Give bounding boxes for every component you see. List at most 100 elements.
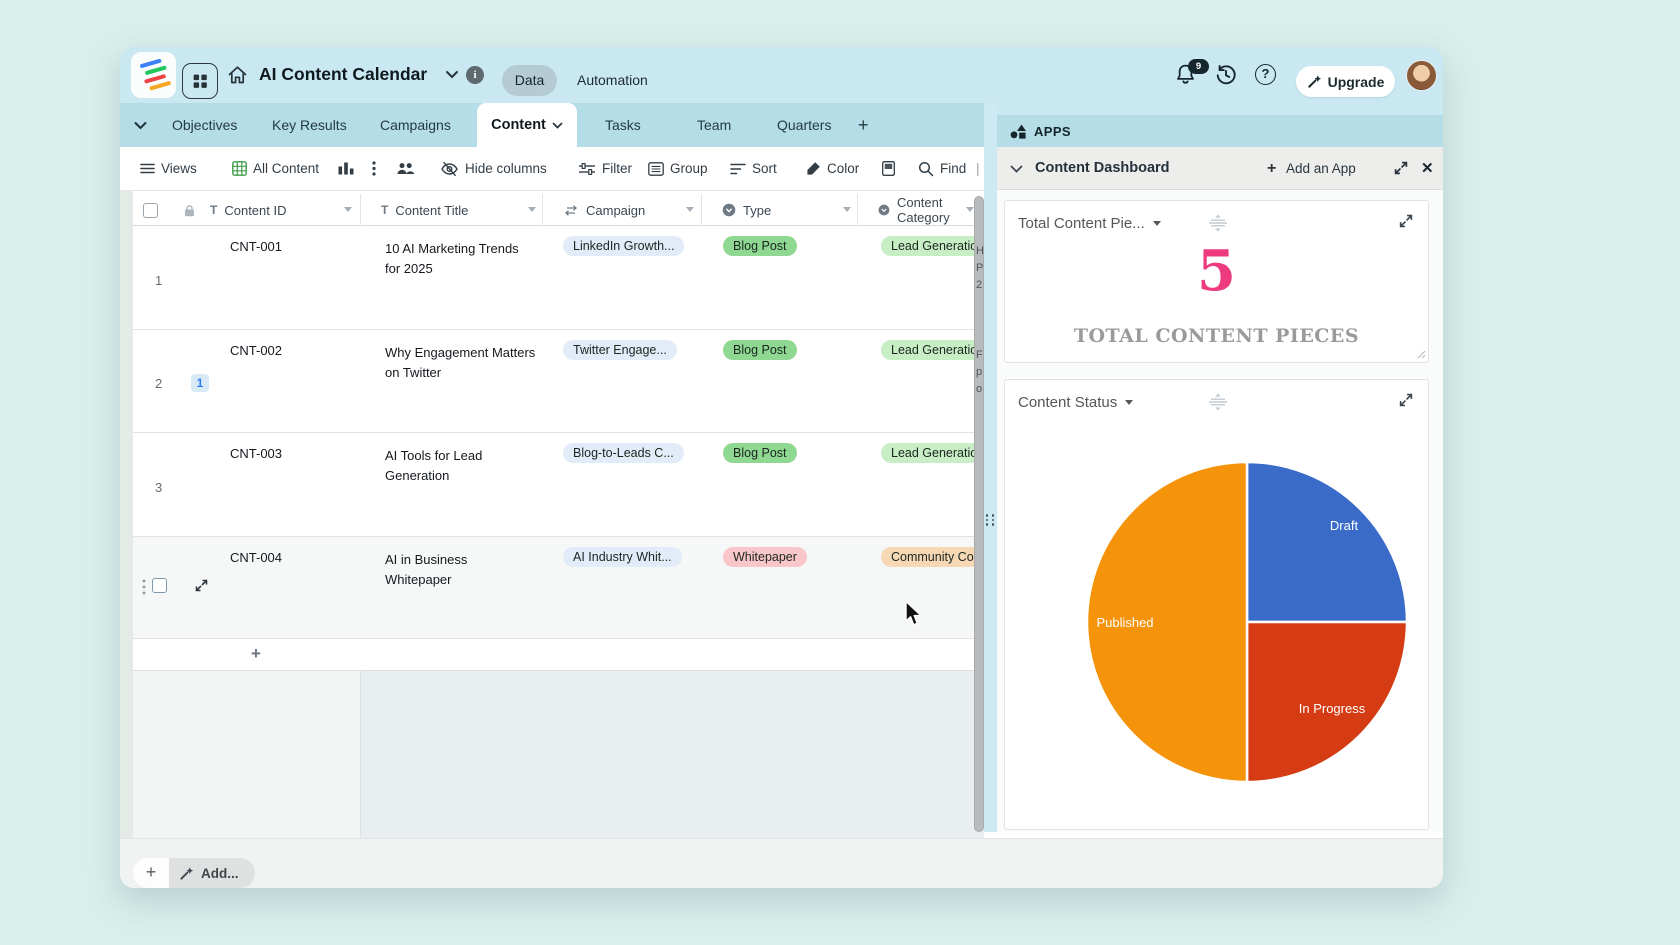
expand-widget-icon[interactable] (1399, 214, 1413, 228)
tab-objectives[interactable]: Objectives (172, 103, 237, 147)
widget-title-dropdown[interactable]: Total Content Pie... (1018, 215, 1161, 232)
tab-campaigns[interactable]: Campaigns (380, 103, 451, 147)
cell-content-id[interactable]: CNT-003 (230, 446, 282, 461)
add-record-plus-button[interactable]: + (133, 858, 169, 888)
base-title: AI Content Calendar (259, 64, 427, 85)
tab-key-results[interactable]: Key Results (272, 103, 347, 147)
tab-quarters[interactable]: Quarters (777, 103, 831, 147)
bottom-bar: + Add... (120, 838, 1443, 888)
upgrade-button[interactable]: Upgrade (1296, 66, 1395, 97)
table-row[interactable]: 1 CNT-001 10 AI Marketing Trends for 202… (133, 226, 984, 330)
campaign-pill[interactable]: Twitter Engage... (563, 340, 677, 360)
add-row-button[interactable]: + (133, 639, 984, 671)
filter-button[interactable]: Filter (578, 147, 632, 190)
column-header-campaign[interactable]: Campaign (563, 194, 645, 226)
panel-resize-handle[interactable] (984, 505, 997, 535)
widget-drag-handle-icon[interactable] (1207, 393, 1229, 411)
color-button[interactable]: Color (806, 147, 859, 190)
app-switcher-button[interactable] (182, 63, 218, 99)
close-panel-icon[interactable]: ✕ (1421, 159, 1434, 177)
cell-content-id[interactable]: CNT-002 (230, 343, 282, 358)
campaign-pill[interactable]: Blog-to-Leads C... (563, 443, 684, 463)
select-field-icon (722, 203, 736, 217)
type-pill[interactable]: Blog Post (723, 340, 797, 360)
stackby-logo[interactable] (131, 52, 176, 98)
column-divider (360, 671, 361, 838)
expand-widget-icon[interactable] (1399, 393, 1413, 407)
table-row-hovered[interactable]: CNT-004 AI in Business Whitepaper AI Ind… (133, 537, 984, 639)
history-icon[interactable] (1215, 64, 1237, 86)
campaign-pill[interactable]: LinkedIn Growth... (563, 236, 684, 256)
kebab-menu-icon[interactable] (372, 161, 376, 176)
hide-columns-button[interactable]: Hide columns (440, 147, 547, 190)
cell-content-id[interactable]: CNT-004 (230, 550, 282, 565)
table-row[interactable]: 3 CNT-003 AI Tools for Lead Generation B… (133, 433, 984, 537)
sort-label: Sort (752, 161, 777, 176)
campaign-pill[interactable]: AI Industry Whit... (563, 547, 682, 567)
find-button[interactable]: Find (918, 147, 966, 190)
type-pill[interactable]: Blog Post (723, 443, 797, 463)
comment-count-badge[interactable]: 1 (191, 374, 209, 392)
row-height-icon[interactable] (882, 161, 895, 176)
content-status-pie-chart[interactable]: Published Draft In Progress (1085, 460, 1409, 784)
column-caret-icon[interactable] (528, 207, 536, 212)
column-caret-icon[interactable] (344, 207, 352, 212)
current-view-button[interactable]: All Content (232, 147, 319, 190)
cell-content-title[interactable]: AI in Business Whitepaper (385, 550, 537, 590)
row-checkbox[interactable] (152, 578, 167, 593)
table-left-gutter (120, 190, 133, 838)
cell-content-title[interactable]: 10 AI Marketing Trends for 2025 (385, 239, 537, 279)
collaborators-icon[interactable] (396, 162, 415, 175)
tab-automation[interactable]: Automation (577, 72, 648, 88)
cell-content-title[interactable]: AI Tools for Lead Generation (385, 446, 537, 486)
column-caret-icon[interactable] (843, 207, 851, 212)
column-caret-icon[interactable] (966, 207, 974, 212)
grid-empty-area (361, 671, 984, 838)
tab-content-active[interactable]: Content (477, 103, 577, 147)
collapse-tabs-chevron-icon[interactable] (133, 121, 148, 130)
expand-panel-icon[interactable] (1394, 161, 1408, 175)
expand-record-icon[interactable] (195, 579, 208, 592)
type-pill[interactable]: Blog Post (723, 236, 797, 256)
views-button[interactable]: Views (140, 147, 197, 190)
header-select-all[interactable] (143, 194, 158, 226)
clipped-cell-text: H (976, 245, 990, 257)
column-header-type[interactable]: Type (722, 194, 771, 226)
leaderboard-icon[interactable] (338, 162, 354, 175)
cell-content-title[interactable]: Why Engagement Matters on Twitter (385, 343, 537, 383)
vertical-scrollbar[interactable] (974, 196, 984, 832)
column-header-content-id[interactable]: T Content ID (210, 194, 287, 226)
tab-data[interactable]: Data (502, 65, 557, 96)
add-app-plus-icon[interactable]: + (1267, 160, 1276, 178)
notification-count-badge: 9 (1188, 59, 1209, 74)
tab-team[interactable]: Team (697, 103, 731, 147)
resize-corner-icon[interactable] (1417, 350, 1426, 359)
sort-button[interactable]: Sort (730, 147, 777, 190)
select-all-checkbox[interactable] (143, 203, 158, 218)
type-pill[interactable]: Whitepaper (723, 547, 807, 567)
column-header-content-title[interactable]: T Content Title (381, 194, 468, 226)
apps-shapes-icon (1010, 124, 1027, 139)
pie-slice-draft[interactable] (1247, 462, 1407, 622)
collapse-dashboard-chevron-icon[interactable] (1010, 165, 1023, 173)
info-icon[interactable]: i (466, 66, 484, 84)
help-icon[interactable]: ? (1255, 64, 1276, 85)
title-chevron-down-icon[interactable] (445, 70, 459, 79)
table-row[interactable]: 2 1 CNT-002 Why Engagement Matters on Tw… (133, 330, 984, 433)
drag-handle-icon[interactable] (142, 579, 146, 595)
user-avatar[interactable] (1406, 60, 1437, 91)
widget-title-dropdown[interactable]: Content Status (1018, 394, 1133, 411)
column-caret-icon[interactable] (686, 207, 694, 212)
add-button[interactable]: Add... (169, 858, 255, 888)
desktop-background: AI Content Calendar i Data Automation 9 … (0, 0, 1680, 945)
metric-value: 5 (1005, 241, 1428, 301)
row-number: 2 (155, 376, 162, 391)
add-app-button[interactable]: Add an App (1286, 161, 1356, 176)
group-button[interactable]: Group (648, 147, 708, 190)
grid-view-icon (232, 161, 247, 176)
home-icon[interactable] (227, 65, 248, 90)
tab-tasks[interactable]: Tasks (605, 103, 641, 147)
add-sheet-button[interactable]: + (858, 103, 869, 147)
widget-drag-handle-icon[interactable] (1207, 214, 1229, 232)
cell-content-id[interactable]: CNT-001 (230, 239, 282, 254)
